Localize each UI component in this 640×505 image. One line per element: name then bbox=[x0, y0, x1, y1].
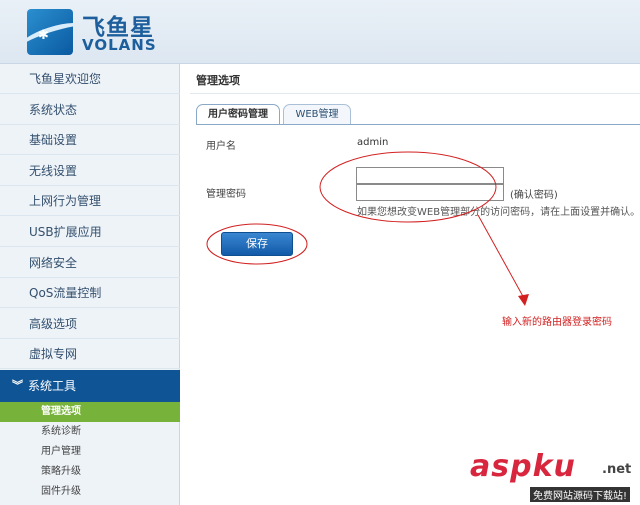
divider bbox=[190, 93, 640, 94]
header: ✱ 飞鱼星 VOLANS bbox=[0, 0, 640, 64]
username-value: admin bbox=[357, 137, 389, 148]
watermark-caption: 免费网站源码下载站! bbox=[530, 487, 631, 502]
sidebar-item-wireless[interactable]: 无线设置 bbox=[0, 156, 180, 186]
username-label: 用户名 bbox=[206, 141, 236, 152]
watermark-logo: aspku bbox=[470, 449, 576, 484]
sidebar-subitem-firmware-upgrade[interactable]: 固件升级 bbox=[0, 482, 180, 502]
sidebar-section-system-tools[interactable]: ︾ 系统工具 bbox=[0, 370, 180, 402]
sidebar-subitem-diagnostics[interactable]: 系统诊断 bbox=[0, 422, 180, 442]
sidebar-item-system-status[interactable]: 系统状态 bbox=[0, 95, 180, 125]
annotation-arrow-line bbox=[477, 214, 526, 301]
sidebar-item-qos[interactable]: QoS流量控制 bbox=[0, 278, 180, 308]
save-button[interactable]: 保存 bbox=[221, 232, 293, 256]
volans-logo-icon: ✱ bbox=[27, 9, 73, 55]
watermark-tld: .net bbox=[602, 462, 632, 477]
annotation-arrowhead bbox=[518, 294, 529, 306]
brand-name-en: VOLANS bbox=[82, 36, 157, 54]
sidebar-subitem-admin-options[interactable]: 管理选项 bbox=[0, 402, 180, 422]
sidebar-section-label: 系统工具 bbox=[28, 379, 77, 393]
tab-web-management[interactable]: WEB管理 bbox=[283, 104, 351, 125]
confirm-password-input[interactable] bbox=[356, 184, 504, 201]
sidebar-subitem-user-management[interactable]: 用户管理 bbox=[0, 442, 180, 462]
tab-user-password[interactable]: 用户密码管理 bbox=[196, 104, 280, 125]
sidebar-item-welcome[interactable]: 飞鱼星欢迎您 bbox=[0, 64, 180, 94]
password-label: 管理密码 bbox=[206, 189, 246, 200]
sidebar-subitem-policy-upgrade[interactable]: 策略升级 bbox=[0, 462, 180, 482]
double-chevron-down-icon: ︾ bbox=[12, 379, 23, 392]
sidebar-item-usb[interactable]: USB扩展应用 bbox=[0, 217, 180, 247]
sidebar-item-behavior-management[interactable]: 上网行为管理 bbox=[0, 186, 180, 216]
page-title: 管理选项 bbox=[196, 74, 240, 87]
sidebar-item-basic-settings[interactable]: 基础设置 bbox=[0, 125, 180, 155]
sidebar-item-advanced[interactable]: 高级选项 bbox=[0, 309, 180, 339]
annotation-text: 输入新的路由器登录密码 bbox=[502, 317, 612, 328]
password-hint: 如果您想改变WEB管理部分的访问密码，请在上面设置并确认。 bbox=[357, 207, 640, 218]
password-input[interactable] bbox=[356, 167, 504, 184]
sidebar-item-security[interactable]: 网络安全 bbox=[0, 248, 180, 278]
tab-divider bbox=[196, 124, 640, 125]
sidebar-item-vpn[interactable]: 虚拟专网 bbox=[0, 339, 180, 369]
sidebar: 飞鱼星欢迎您 系统状态 基础设置 无线设置 上网行为管理 USB扩展应用 网络安… bbox=[0, 64, 180, 505]
confirm-password-label: (确认密码) bbox=[510, 190, 558, 201]
